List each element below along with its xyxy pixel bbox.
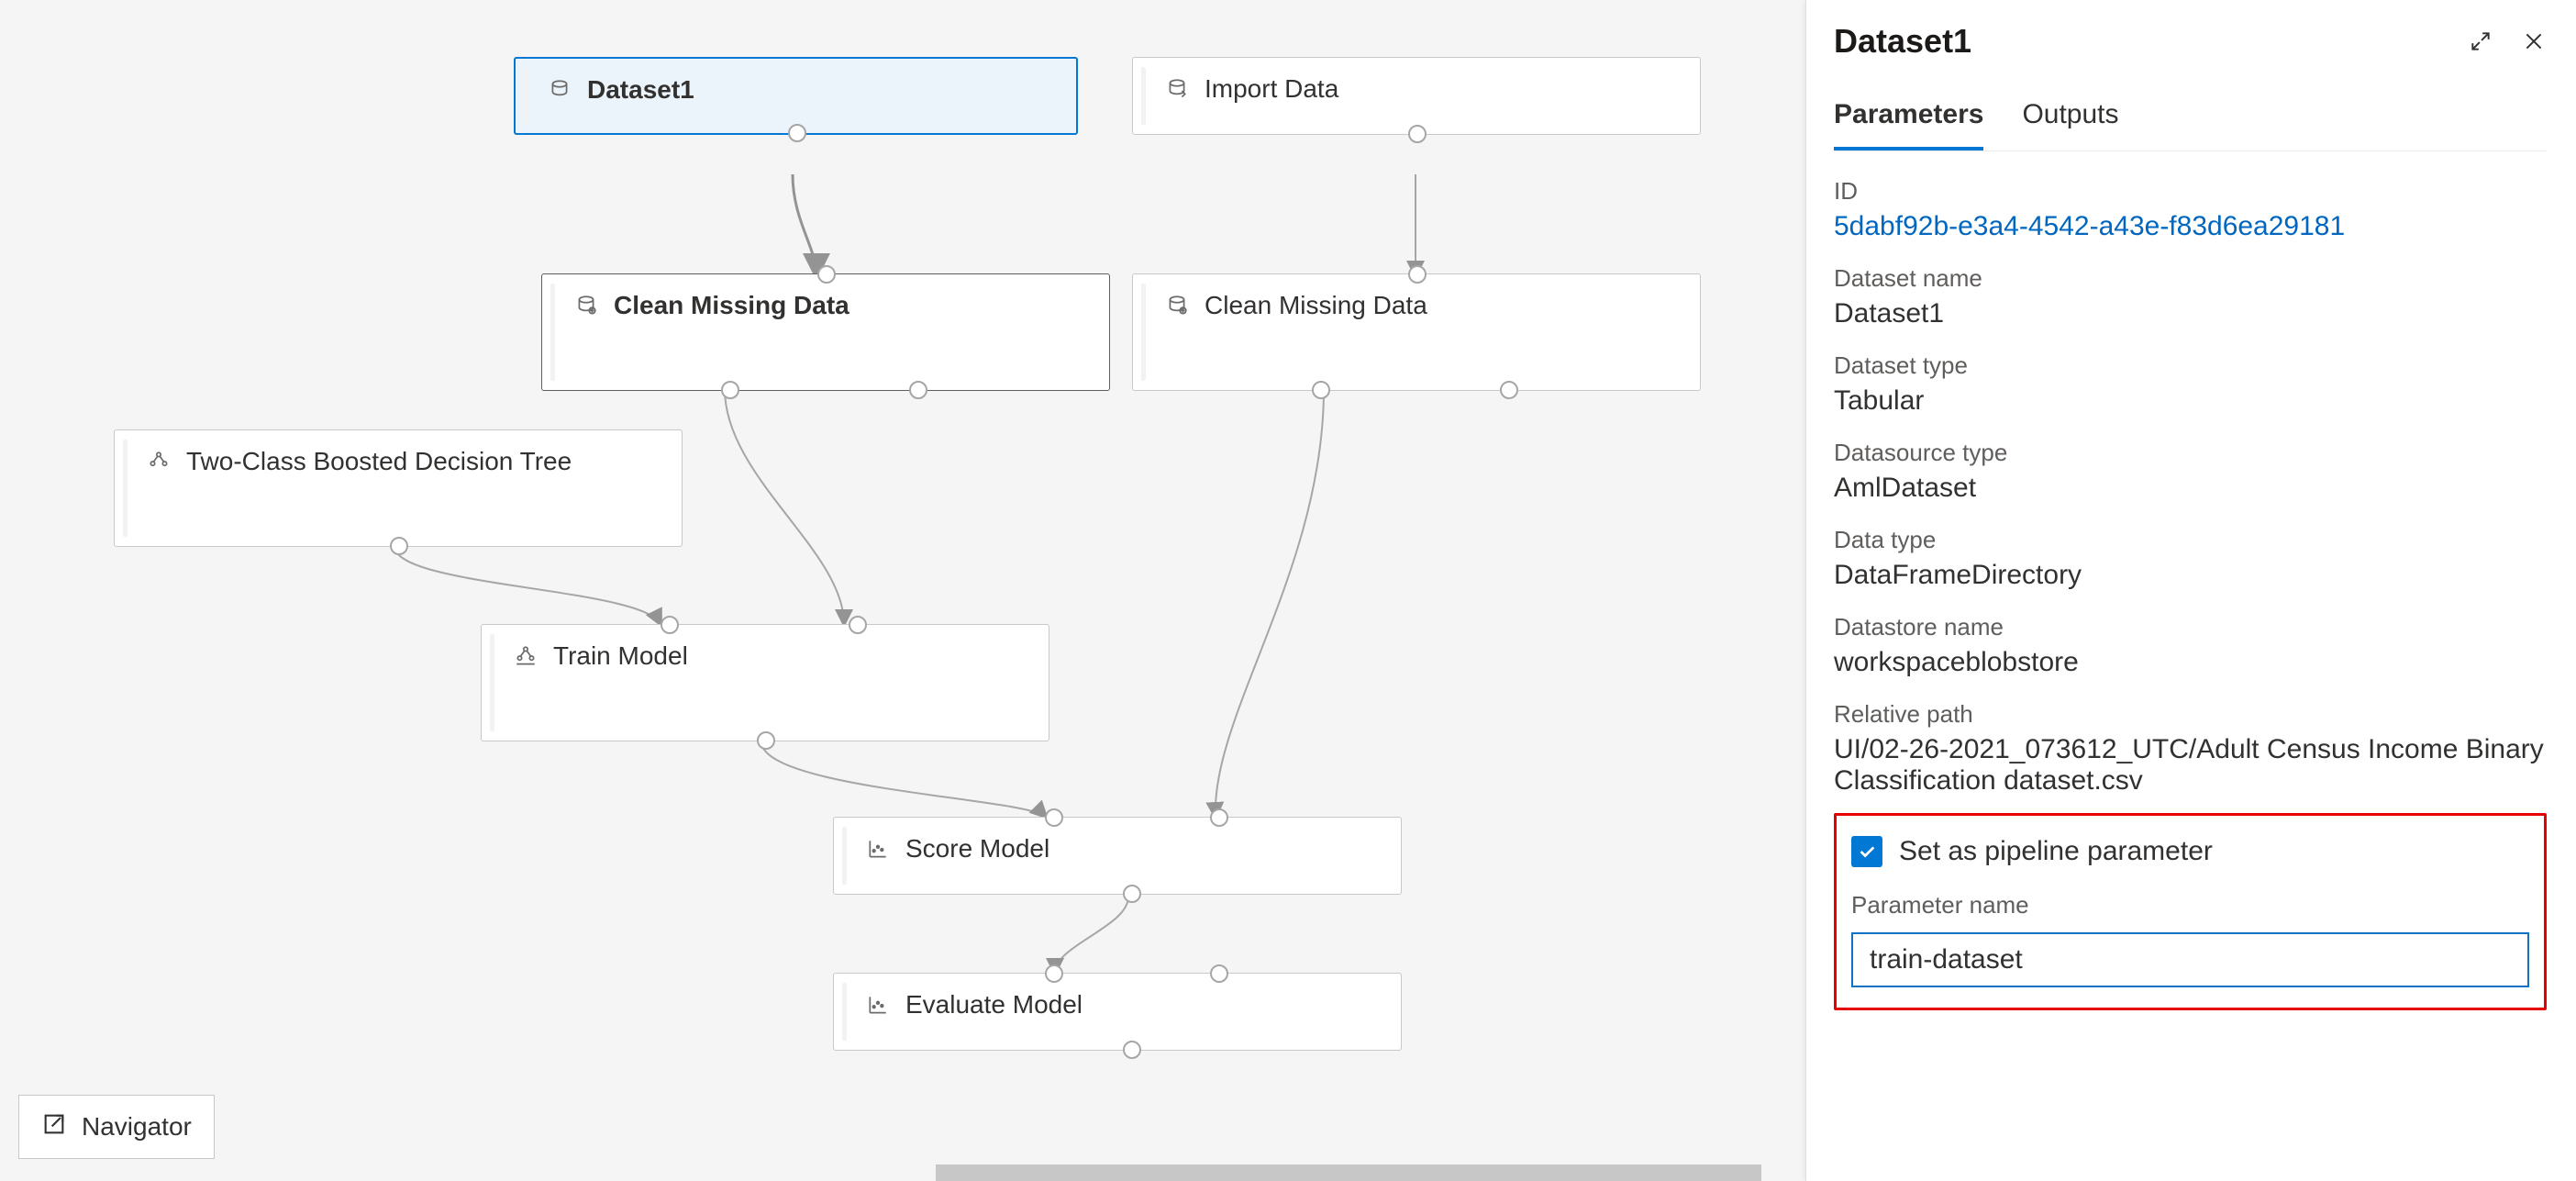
dataset-icon [547, 77, 572, 103]
score-icon [865, 836, 891, 862]
node-evaluate-model[interactable]: Evaluate Model [833, 973, 1402, 1051]
field-label: Dataset type [1834, 351, 2547, 380]
node-output-port[interactable] [757, 731, 775, 750]
node-label: Clean Missing Data [614, 291, 849, 320]
horizontal-scrollbar[interactable] [936, 1164, 1761, 1181]
node-handle[interactable] [490, 634, 494, 731]
node-input-port[interactable] [661, 616, 679, 634]
node-output-port[interactable] [390, 537, 408, 555]
node-handle[interactable] [123, 440, 128, 537]
node-input-port[interactable] [1210, 808, 1228, 827]
node-label: Train Model [553, 641, 688, 671]
tab-outputs[interactable]: Outputs [2022, 88, 2118, 150]
node-label: Evaluate Model [905, 990, 1083, 1019]
node-output-port[interactable] [1312, 381, 1330, 399]
node-output-port[interactable] [1408, 125, 1427, 143]
field-value: DataFrameDirectory [1834, 560, 2547, 591]
panel-fields: ID 5dabf92b-e3a4-4542-a43e-f83d6ea29181 … [1834, 177, 2547, 797]
parameter-name-input[interactable] [1851, 932, 2529, 987]
node-import-data[interactable]: Import Data [1132, 57, 1701, 135]
pipeline-parameter-highlight: Set as pipeline parameter Parameter name [1834, 813, 2547, 1010]
node-dataset1[interactable]: Dataset1 [514, 57, 1078, 135]
train-icon [513, 643, 539, 669]
import-data-icon [1164, 76, 1190, 102]
node-handle[interactable] [842, 983, 847, 1041]
field-label: Data type [1834, 526, 2547, 554]
node-clean-missing-data-2[interactable]: Clean Missing Data [1132, 273, 1701, 391]
panel-tabs: Parameters Outputs [1834, 88, 2547, 151]
close-panel-button[interactable] [2521, 28, 2547, 54]
set-pipeline-param-checkbox[interactable] [1851, 836, 1882, 867]
node-handle[interactable] [842, 827, 847, 885]
field-value-id-link[interactable]: 5dabf92b-e3a4-4542-a43e-f83d6ea29181 [1834, 211, 2547, 242]
node-label: Dataset1 [587, 75, 694, 105]
node-train-model[interactable]: Train Model [481, 624, 1049, 741]
node-output-port[interactable] [1500, 381, 1518, 399]
node-input-port[interactable] [817, 265, 836, 284]
navigator-button[interactable]: Navigator [18, 1095, 215, 1159]
node-output-port[interactable] [721, 381, 739, 399]
node-handle[interactable] [1141, 67, 1146, 125]
field-label: Datastore name [1834, 613, 2547, 641]
node-label: Import Data [1205, 74, 1338, 104]
parameter-name-label: Parameter name [1851, 891, 2529, 919]
node-handle[interactable] [1141, 284, 1146, 381]
field-label: Dataset name [1834, 264, 2547, 293]
properties-panel: Dataset1 Parameters Outputs ID 5dabf92b-… [1805, 0, 2576, 1181]
node-handle[interactable] [550, 284, 555, 381]
field-value: UI/02-26-2021_073612_UTC/Adult Census In… [1834, 734, 2547, 797]
field-label: Datasource type [1834, 439, 2547, 467]
field-label: Relative path [1834, 700, 2547, 729]
field-value: Tabular [1834, 385, 2547, 417]
algorithm-icon [146, 449, 172, 474]
node-input-port[interactable] [1210, 964, 1228, 983]
node-handle[interactable] [524, 68, 528, 124]
node-output-port[interactable] [788, 124, 806, 142]
transform-icon [573, 293, 599, 318]
field-value: workspaceblobstore [1834, 647, 2547, 678]
navigator-icon [41, 1111, 67, 1143]
node-input-port[interactable] [1408, 265, 1427, 284]
field-label: ID [1834, 177, 2547, 206]
navigator-label: Navigator [82, 1112, 192, 1142]
field-value: AmlDataset [1834, 473, 2547, 504]
panel-title: Dataset1 [1834, 22, 1971, 61]
node-clean-missing-data-1[interactable]: Clean Missing Data [541, 273, 1110, 391]
node-output-port[interactable] [909, 381, 927, 399]
node-label: Two-Class Boosted Decision Tree [186, 447, 572, 476]
checkbox-label: Set as pipeline parameter [1899, 836, 2213, 867]
node-input-port[interactable] [1045, 808, 1063, 827]
node-output-port[interactable] [1123, 885, 1141, 903]
node-label: Clean Missing Data [1205, 291, 1427, 320]
node-label: Score Model [905, 834, 1049, 863]
node-output-port[interactable] [1123, 1041, 1141, 1059]
node-input-port[interactable] [1045, 964, 1063, 983]
node-score-model[interactable]: Score Model [833, 817, 1402, 895]
expand-panel-button[interactable] [2468, 28, 2493, 54]
node-two-class-bdt[interactable]: Two-Class Boosted Decision Tree [114, 429, 683, 547]
transform-icon [1164, 293, 1190, 318]
node-input-port[interactable] [849, 616, 867, 634]
tab-parameters[interactable]: Parameters [1834, 88, 1983, 150]
field-value: Dataset1 [1834, 298, 2547, 329]
evaluate-icon [865, 992, 891, 1018]
